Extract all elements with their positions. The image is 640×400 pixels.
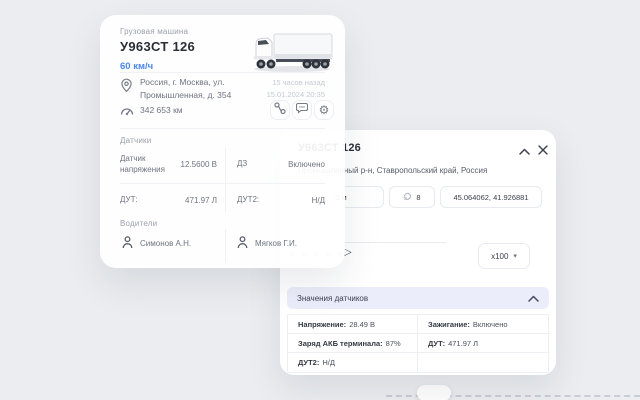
sensor-item: ДУТ2: Н/Д	[237, 186, 325, 214]
person-icon	[237, 236, 248, 251]
settings-button[interactable]: ⚙	[314, 100, 334, 120]
chat-icon	[296, 101, 308, 119]
sensor-value-cell: Зажигание:Включено	[418, 315, 550, 334]
sensor-label: Датчик напряжения	[120, 153, 170, 175]
route-button[interactable]	[270, 100, 290, 120]
sensor-label: ДЗ	[237, 158, 247, 169]
sensor-values-header[interactable]: Значения датчиков	[287, 287, 549, 309]
satellites-stat: 8	[389, 186, 435, 208]
vehicle-address: Россия, г. Москва, ул. Промышленная, д. …	[140, 76, 231, 102]
satellite-icon	[403, 192, 412, 203]
chevron-up-icon	[528, 295, 539, 302]
sensor-value: 471.97 Л	[185, 196, 217, 205]
vehicle-card: Грузовая машина У963СТ 126 60 км/ч	[100, 15, 345, 268]
vehicle-speed: 60 км/ч	[120, 61, 153, 72]
last-update: 15 часов назад 15.01.2024 20:35	[228, 77, 325, 100]
sensor-value-cell: Заряд АКБ терминала:87%	[288, 334, 418, 353]
sensor-value: 12.5600 В	[181, 160, 217, 169]
sensor-values-title: Значения датчиков	[297, 294, 368, 303]
cell-label: Заряд АКБ терминала:	[298, 339, 383, 348]
play-icon[interactable]: ▷	[344, 247, 352, 258]
sensor-value-cell: Напряжение:28.49 В	[288, 315, 418, 334]
location-pin-icon	[120, 78, 133, 98]
gear-icon: ⚙	[319, 103, 330, 117]
sensor-item: ДЗ Включено	[237, 146, 325, 182]
odometer-value: 342 653 км	[140, 105, 183, 115]
sensor-item: Датчик напряжения 12.5600 В	[120, 146, 217, 182]
divider	[225, 148, 226, 212]
cell-value: 471.97 Л	[448, 339, 478, 348]
sensor-values-table: Напряжение:28.49 В Зажигание:Включено За…	[287, 314, 549, 373]
sensor-value-cell: ДУТ2:Н/Д	[288, 353, 418, 372]
cell-label: ДУТ2:	[298, 358, 319, 367]
cell-label: Зажигание:	[428, 320, 470, 329]
coordinates-value: 45.064062, 41.926881	[453, 193, 528, 202]
address-line-2: Промышленная, д. 354	[140, 89, 231, 102]
close-button[interactable]	[536, 144, 550, 158]
vehicle-plate-title: У963СТ 126	[120, 39, 195, 54]
drivers-grid: Симонов А.Н. Мягков Г.И.	[120, 229, 325, 263]
driver-name: Симонов А.Н.	[140, 239, 191, 248]
person-icon	[122, 236, 133, 251]
sensor-value: Н/Д	[312, 196, 325, 205]
divider	[120, 72, 325, 73]
messages-button[interactable]	[292, 100, 312, 120]
sensor-label: ДУТ2:	[237, 194, 259, 205]
route-icon	[274, 101, 286, 119]
cell-value: Н/Д	[322, 358, 335, 367]
drivers-section-title: Водители	[120, 219, 157, 228]
divider	[225, 229, 226, 263]
sensor-value-cell-empty	[418, 353, 550, 372]
driver-name: Мягков Г.И.	[255, 239, 297, 248]
close-icon	[538, 142, 548, 160]
caret-down-icon: ▾	[513, 252, 517, 260]
driver-item: Мягков Г.И.	[237, 236, 297, 251]
satellites-value: 8	[416, 193, 420, 202]
cell-value: 28.49 В	[349, 320, 375, 329]
timestamp: 15.01.2024 20:35	[228, 89, 325, 101]
odometer-icon	[120, 103, 134, 121]
chevron-up-icon	[519, 142, 530, 160]
sensors-section-title: Датчики	[120, 136, 151, 145]
sensor-value: Включено	[288, 160, 325, 169]
sensor-value-cell: ДУТ:471.97 Л	[418, 334, 550, 353]
vehicle-type-label: Грузовая машина	[120, 27, 188, 36]
sensor-item: ДУТ: 471.97 Л	[120, 186, 217, 214]
cell-value: 87%	[386, 339, 401, 348]
app-background: У963СТ 126 Промышленный р-н, Ставропольс…	[0, 0, 640, 400]
collapse-button[interactable]	[517, 144, 531, 158]
sensors-grid: Датчик напряжения 12.5600 В ДЗ Включено …	[120, 146, 325, 215]
playback-speed-value: x100	[491, 252, 508, 261]
divider	[120, 128, 325, 129]
map-control-pill[interactable]	[417, 385, 451, 400]
time-ago: 15 часов назад	[228, 77, 325, 89]
driver-item: Симонов А.Н.	[122, 236, 191, 251]
cell-label: Напряжение:	[298, 320, 346, 329]
cell-value: Включено	[473, 320, 508, 329]
address-line-1: Россия, г. Москва, ул.	[140, 76, 231, 89]
sensor-label: ДУТ:	[120, 194, 138, 205]
coordinates-stat: 45.064062, 41.926881	[440, 186, 542, 208]
divider	[120, 183, 325, 184]
cell-label: ДУТ:	[428, 339, 445, 348]
playback-speed-dropdown[interactable]: x100 ▾	[478, 243, 530, 269]
